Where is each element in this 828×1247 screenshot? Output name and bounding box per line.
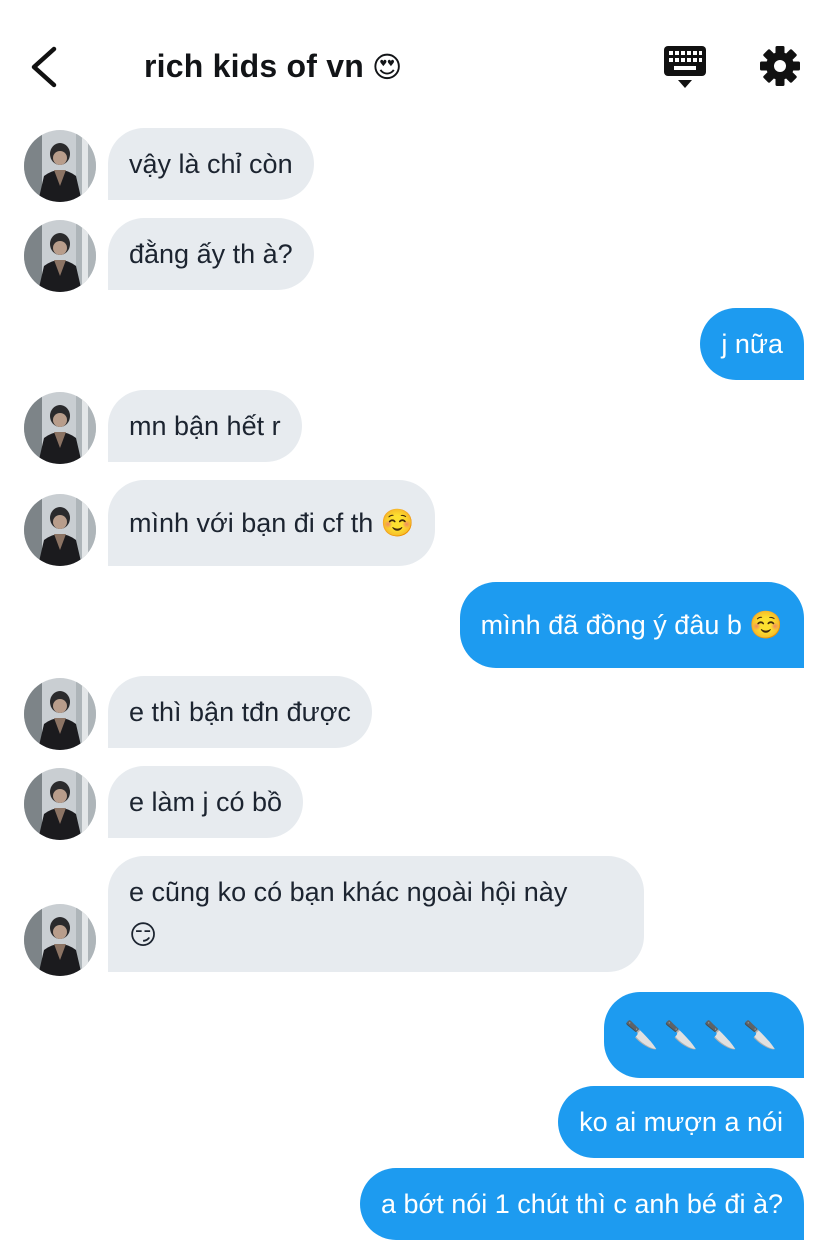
message-bubble-incoming[interactable]: vậy là chỉ còn [108,128,314,200]
sender-avatar[interactable] [24,494,96,566]
message-bubble-incoming[interactable]: e cũng ko có bạn khác ngoài hội này 😏 [108,856,644,972]
settings-button[interactable] [758,44,802,88]
message-bubble-incoming[interactable]: e làm j có bồ [108,766,304,838]
chevron-left-icon [31,46,57,88]
message-bubble-outgoing[interactable]: mình đã đồng ý đâu b ☺️ [459,582,804,668]
message-bubble-outgoing[interactable]: j nữa [700,308,804,380]
conversation-title-text: rich kids of vn [144,48,364,84]
smirk-emoji: 😏 [129,920,158,951]
message-bubble-incoming[interactable]: đằng ấy th à? [108,218,314,290]
message-bubble-outgoing[interactable]: a bớt nói 1 chút thì c anh bé đi à? [360,1168,804,1240]
keyboard-icon [664,46,706,88]
sender-avatar[interactable] [24,130,96,202]
message-line: e cũng ko có bạn khác ngoài hội này [129,877,568,907]
sender-avatar[interactable] [24,768,96,840]
message-bubble-incoming[interactable]: e thì bận tđn được [108,676,372,748]
gear-icon [760,46,800,86]
sender-avatar[interactable] [24,904,96,976]
sender-avatar[interactable] [24,392,96,464]
conversation-title[interactable]: rich kids of vn 😍 [144,48,402,85]
sender-avatar[interactable] [24,678,96,750]
back-button[interactable] [26,44,66,90]
chat-header: rich kids of vn 😍 [0,0,828,120]
sender-avatar[interactable] [24,220,96,292]
avatar-photo [24,768,96,840]
message-bubble-outgoing[interactable]: ko ai mượn a nói [558,1086,804,1158]
avatar-photo [24,392,96,464]
keyboard-button[interactable] [662,44,708,90]
heart-eyes-emoji: 😍 [371,49,403,84]
avatar-photo [24,904,96,976]
avatar-photo [24,130,96,202]
avatar-photo [24,220,96,292]
message-bubble-outgoing[interactable]: 🔪🔪🔪🔪 [603,992,804,1078]
message-bubble-incoming[interactable]: mình với bạn đi cf th ☺️ [108,480,436,566]
message-bubble-incoming[interactable]: mn bận hết r [108,390,302,462]
avatar-photo [24,494,96,566]
avatar-photo [24,678,96,750]
